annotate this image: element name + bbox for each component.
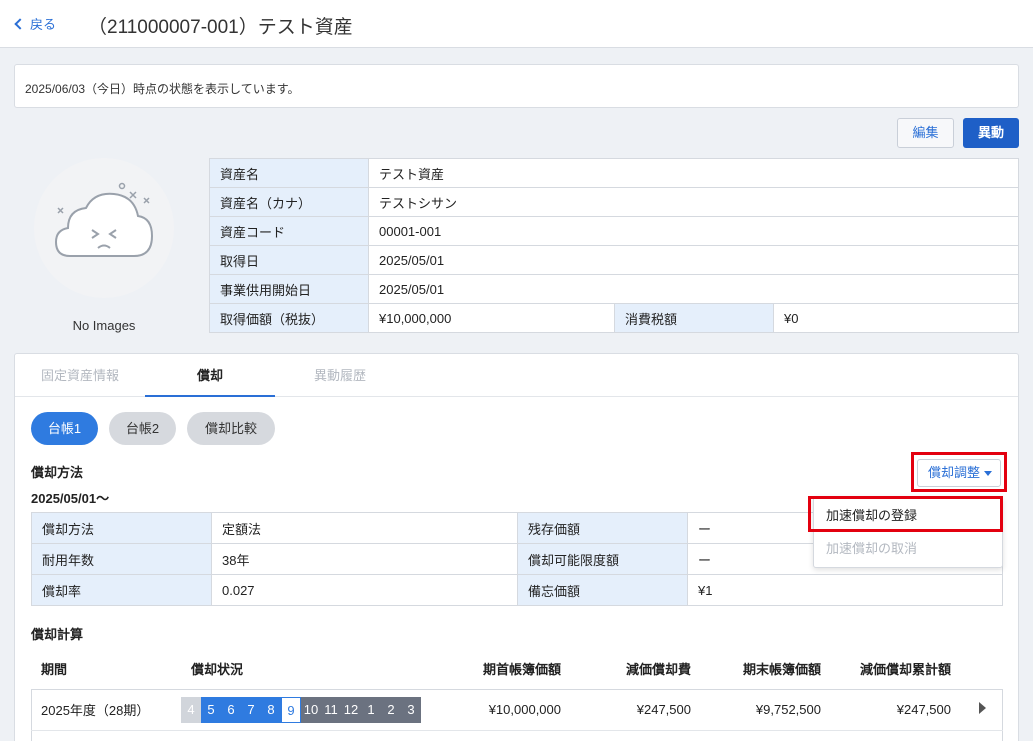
month-cell: 6 [221, 696, 241, 723]
back-label: 戻る [30, 17, 57, 32]
info-value: ¥10,000,000 [368, 303, 615, 333]
info-value: ¥0 [773, 303, 1019, 333]
period-cell: 2025年度（28期） [31, 689, 181, 731]
month-cell: 3 [401, 696, 421, 723]
info-label: 取得価額（税抜） [209, 303, 369, 333]
top-bar: 戻る （211000007-001）テスト資産 [0, 0, 1033, 48]
method-section-title: 償却方法 [31, 465, 84, 480]
no-image-placeholder [34, 158, 174, 298]
col-header: 期間 [31, 648, 181, 690]
method-label: 備忘価額 [517, 574, 688, 606]
ledger-1-pill[interactable]: 台帳1 [31, 412, 98, 445]
col-header: 減価償却費 [571, 648, 701, 690]
month-cell: 12 [341, 696, 361, 723]
depreciation-compare-pill[interactable]: 償却比較 [187, 412, 275, 445]
method-label: 償却率 [31, 574, 212, 606]
info-label: 資産名（カナ） [209, 187, 369, 217]
closing-value-cell: ¥9,752,500 [701, 689, 831, 731]
table-row: 取得日 2025/05/01 [209, 245, 1019, 275]
month-cell: 8 [261, 696, 281, 723]
col-header-blank [961, 648, 1003, 690]
info-label: 取得日 [209, 245, 369, 275]
accumulated-cell: ¥247,500 [831, 689, 961, 731]
method-label: 耐用年数 [31, 543, 212, 575]
chevron-left-icon [14, 17, 26, 30]
table-row: 償却率 0.027 備忘価額 ¥1 [31, 574, 1003, 606]
info-value: 00001-001 [368, 216, 1019, 246]
tab-fixed-asset-info[interactable]: 固定資産情報 [15, 354, 145, 397]
caret-down-icon [984, 471, 992, 476]
status-notice: 2025/06/03（今日）時点の状態を表示しています。 [14, 64, 1019, 108]
tab-bar: 固定資産情報 償却 異動履歴 [15, 354, 1018, 397]
table-row: 資産コード 00001-001 [209, 216, 1019, 246]
month-cell: 7 [241, 696, 261, 723]
ledger-2-pill[interactable]: 台帳2 [109, 412, 176, 445]
month-cell: 11 [321, 696, 341, 723]
month-cell: 5 [201, 696, 221, 723]
sad-cloud-icon [54, 182, 154, 257]
info-label: 消費税額 [614, 303, 774, 333]
month-cell-current: 9 [281, 696, 301, 723]
method-value: 38年 [211, 543, 518, 575]
month-bar: 4 5 6 7 8 9 10 11 12 1 2 3 [181, 696, 421, 723]
edit-button[interactable]: 編集 [897, 118, 954, 148]
method-label: 償却方法 [31, 512, 212, 544]
menu-item-cancel-accelerated[interactable]: 加速償却の取消 [814, 532, 1002, 565]
info-value: テスト資産 [368, 158, 1019, 188]
method-value: ¥1 [687, 574, 1003, 606]
table-row: 事業供用開始日 2025/05/01 [209, 274, 1019, 304]
asset-info-table: 資産名 テスト資産 資産名（カナ） テストシサン 資産コード 00001-001… [209, 158, 1019, 333]
depreciation-adjust-button[interactable]: 償却調整 [917, 459, 1001, 487]
page-title: （211000007-001）テスト資産 [88, 17, 353, 38]
col-header: 期末帳簿価額 [701, 648, 831, 690]
table-row: 資産名 テスト資産 [209, 158, 1019, 188]
col-header: 償却状況 [181, 648, 431, 690]
calc-section-title: 償却計算 [31, 627, 84, 642]
tab-depreciation[interactable]: 償却 [145, 354, 275, 397]
no-image-label: No Images [72, 318, 136, 333]
info-value: 2025/05/01 [368, 245, 1019, 275]
col-header: 減価償却累計額 [831, 648, 961, 690]
detail-panel: 固定資産情報 償却 異動履歴 台帳1 台帳2 償却比較 償却方法 2025/05… [14, 353, 1019, 741]
month-cell: 4 [181, 696, 201, 723]
back-link[interactable]: 戻る [14, 14, 57, 33]
method-start-date: 2025/05/01〜 [31, 491, 110, 506]
info-label: 事業供用開始日 [209, 274, 369, 304]
method-value: 定額法 [211, 512, 518, 544]
info-label: 資産名 [209, 158, 369, 188]
month-cell: 1 [361, 696, 381, 723]
month-cell: 2 [381, 696, 401, 723]
move-button[interactable]: 異動 [963, 118, 1019, 148]
info-value: テストシサン [368, 187, 1019, 217]
month-cell: 10 [301, 696, 321, 723]
table-row: 取得価額（税抜） ¥10,000,000 消費税額 ¥0 [209, 303, 1019, 333]
depreciation-cell: ¥247,500 [571, 689, 701, 731]
col-header: 期首帳簿価額 [431, 648, 571, 690]
calc-table: 期間 償却状況 期首帳簿価額 減価償却費 期末帳簿価額 減価償却累計額 2025… [31, 648, 1003, 731]
opening-value-cell: ¥10,000,000 [431, 689, 571, 731]
table-row: 資産名（カナ） テストシサン [209, 187, 1019, 217]
method-label: 償却可能限度額 [517, 543, 688, 575]
method-label: 残存価額 [517, 512, 688, 544]
expand-cell[interactable] [961, 689, 1003, 731]
method-value: 0.027 [211, 574, 518, 606]
table-header-row: 期間 償却状況 期首帳簿価額 減価償却費 期末帳簿価額 減価償却累計額 [31, 648, 1003, 690]
tab-transfer-history[interactable]: 異動履歴 [275, 354, 405, 397]
info-value: 2025/05/01 [368, 274, 1019, 304]
table-row[interactable]: 2025年度（28期） 4 5 6 7 8 9 10 11 12 1 2 3 ¥… [31, 689, 1003, 731]
adjust-label: 償却調整 [928, 465, 981, 480]
menu-item-highlight [808, 496, 1003, 532]
info-label: 資産コード [209, 216, 369, 246]
caret-right-icon [978, 702, 986, 714]
depreciation-status-cell: 4 5 6 7 8 9 10 11 12 1 2 3 [181, 689, 431, 731]
